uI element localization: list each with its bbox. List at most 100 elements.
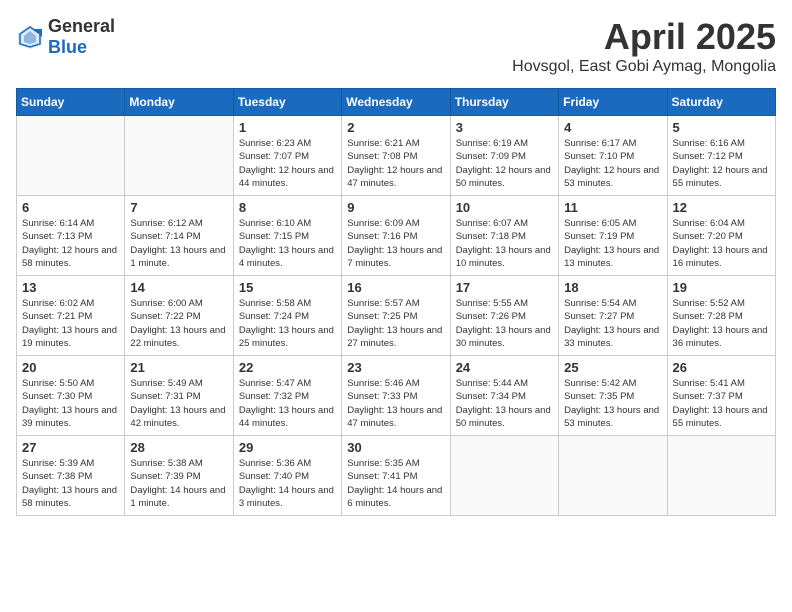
day-info: Sunrise: 6:05 AMSunset: 7:19 PMDaylight:… bbox=[564, 217, 661, 270]
location-title: Hovsgol, East Gobi Aymag, Mongolia bbox=[512, 58, 776, 76]
logo-icon bbox=[16, 23, 44, 51]
day-info: Sunrise: 6:07 AMSunset: 7:18 PMDaylight:… bbox=[456, 217, 553, 270]
day-number: 30 bbox=[347, 440, 444, 455]
day-info: Sunrise: 6:16 AMSunset: 7:12 PMDaylight:… bbox=[673, 137, 770, 190]
day-info: Sunrise: 6:21 AMSunset: 7:08 PMDaylight:… bbox=[347, 137, 444, 190]
day-of-week-header: Wednesday bbox=[342, 89, 450, 116]
day-number: 25 bbox=[564, 360, 661, 375]
day-number: 19 bbox=[673, 280, 770, 295]
day-info: Sunrise: 6:12 AMSunset: 7:14 PMDaylight:… bbox=[130, 217, 227, 270]
day-info: Sunrise: 5:50 AMSunset: 7:30 PMDaylight:… bbox=[22, 377, 119, 430]
calendar-cell: 22 Sunrise: 5:47 AMSunset: 7:32 PMDayligh… bbox=[233, 356, 341, 436]
header-row: SundayMondayTuesdayWednesdayThursdayFrid… bbox=[17, 89, 776, 116]
day-number: 9 bbox=[347, 200, 444, 215]
day-info: Sunrise: 6:04 AMSunset: 7:20 PMDaylight:… bbox=[673, 217, 770, 270]
day-number: 3 bbox=[456, 120, 553, 135]
calendar-cell: 28 Sunrise: 5:38 AMSunset: 7:39 PMDayligh… bbox=[125, 436, 233, 516]
calendar-cell: 10 Sunrise: 6:07 AMSunset: 7:18 PMDayligh… bbox=[450, 196, 558, 276]
day-info: Sunrise: 5:47 AMSunset: 7:32 PMDaylight:… bbox=[239, 377, 336, 430]
title-area: April 2025 Hovsgol, East Gobi Aymag, Mon… bbox=[512, 16, 776, 76]
calendar-cell: 3 Sunrise: 6:19 AMSunset: 7:09 PMDaylight… bbox=[450, 116, 558, 196]
calendar-cell: 24 Sunrise: 5:44 AMSunset: 7:34 PMDayligh… bbox=[450, 356, 558, 436]
calendar-cell bbox=[559, 436, 667, 516]
day-of-week-header: Monday bbox=[125, 89, 233, 116]
calendar-cell: 23Sunrise: 5:46 AMSunset: 7:33 PMDayligh… bbox=[342, 356, 450, 436]
calendar-table: SundayMondayTuesdayWednesdayThursdayFrid… bbox=[16, 88, 776, 516]
day-number: 23 bbox=[347, 360, 444, 375]
calendar-cell: 6Sunrise: 6:14 AMSunset: 7:13 PMDaylight… bbox=[17, 196, 125, 276]
calendar-cell: 9 Sunrise: 6:09 AMSunset: 7:16 PMDaylight… bbox=[342, 196, 450, 276]
calendar-cell: 2 Sunrise: 6:21 AMSunset: 7:08 PMDaylight… bbox=[342, 116, 450, 196]
day-number: 18 bbox=[564, 280, 661, 295]
page-header: General Blue April 2025 Hovsgol, East Go… bbox=[16, 16, 776, 76]
calendar-cell: 25 Sunrise: 5:42 AMSunset: 7:35 PMDayligh… bbox=[559, 356, 667, 436]
day-number: 27 bbox=[22, 440, 119, 455]
logo: General Blue bbox=[16, 16, 115, 58]
day-info: Sunrise: 6:23 AMSunset: 7:07 PMDaylight:… bbox=[239, 137, 336, 190]
calendar-cell: 16 Sunrise: 5:57 AMSunset: 7:25 PMDayligh… bbox=[342, 276, 450, 356]
day-info: Sunrise: 5:54 AMSunset: 7:27 PMDaylight:… bbox=[564, 297, 661, 350]
day-info: Sunrise: 5:57 AMSunset: 7:25 PMDaylight:… bbox=[347, 297, 444, 350]
day-number: 17 bbox=[456, 280, 553, 295]
day-number: 28 bbox=[130, 440, 227, 455]
day-info: Sunrise: 6:00 AMSunset: 7:22 PMDaylight:… bbox=[130, 297, 227, 350]
calendar-cell bbox=[17, 116, 125, 196]
calendar-cell: 11 Sunrise: 6:05 AMSunset: 7:19 PMDayligh… bbox=[559, 196, 667, 276]
calendar-cell: 20Sunrise: 5:50 AMSunset: 7:30 PMDayligh… bbox=[17, 356, 125, 436]
day-of-week-header: Sunday bbox=[17, 89, 125, 116]
calendar-cell: 4Sunrise: 6:17 AMSunset: 7:10 PMDaylight… bbox=[559, 116, 667, 196]
calendar-cell: 18 Sunrise: 5:54 AMSunset: 7:27 PMDayligh… bbox=[559, 276, 667, 356]
day-of-week-header: Saturday bbox=[667, 89, 775, 116]
day-number: 13 bbox=[22, 280, 119, 295]
day-number: 6 bbox=[22, 200, 119, 215]
day-number: 16 bbox=[347, 280, 444, 295]
day-info: Sunrise: 5:41 AMSunset: 7:37 PMDaylight:… bbox=[673, 377, 770, 430]
day-number: 8 bbox=[239, 200, 336, 215]
day-number: 1 bbox=[239, 120, 336, 135]
day-of-week-header: Friday bbox=[559, 89, 667, 116]
calendar-cell bbox=[450, 436, 558, 516]
calendar-cell: 13Sunrise: 6:02 AMSunset: 7:21 PMDayligh… bbox=[17, 276, 125, 356]
day-number: 29 bbox=[239, 440, 336, 455]
day-info: Sunrise: 5:42 AMSunset: 7:35 PMDaylight:… bbox=[564, 377, 661, 430]
calendar-cell: 21Sunrise: 5:49 AMSunset: 7:31 PMDayligh… bbox=[125, 356, 233, 436]
calendar-week-row: 13Sunrise: 6:02 AMSunset: 7:21 PMDayligh… bbox=[17, 276, 776, 356]
day-number: 7 bbox=[130, 200, 227, 215]
calendar-cell: 17 Sunrise: 5:55 AMSunset: 7:26 PMDayligh… bbox=[450, 276, 558, 356]
month-title: April 2025 bbox=[512, 16, 776, 58]
calendar-cell: 29 Sunrise: 5:36 AMSunset: 7:40 PMDayligh… bbox=[233, 436, 341, 516]
day-number: 22 bbox=[239, 360, 336, 375]
day-info: Sunrise: 6:09 AMSunset: 7:16 PMDaylight:… bbox=[347, 217, 444, 270]
day-number: 2 bbox=[347, 120, 444, 135]
day-number: 12 bbox=[673, 200, 770, 215]
calendar-cell: 19 Sunrise: 5:52 AMSunset: 7:28 PMDayligh… bbox=[667, 276, 775, 356]
day-info: Sunrise: 6:19 AMSunset: 7:09 PMDaylight:… bbox=[456, 137, 553, 190]
day-number: 10 bbox=[456, 200, 553, 215]
day-info: Sunrise: 5:38 AMSunset: 7:39 PMDaylight:… bbox=[130, 457, 227, 510]
calendar-cell: 5Sunrise: 6:16 AMSunset: 7:12 PMDaylight… bbox=[667, 116, 775, 196]
calendar-cell: 27 Sunrise: 5:39 AMSunset: 7:38 PMDayligh… bbox=[17, 436, 125, 516]
day-info: Sunrise: 5:49 AMSunset: 7:31 PMDaylight:… bbox=[130, 377, 227, 430]
calendar-cell bbox=[667, 436, 775, 516]
day-info: Sunrise: 5:58 AMSunset: 7:24 PMDaylight:… bbox=[239, 297, 336, 350]
day-info: Sunrise: 6:10 AMSunset: 7:15 PMDaylight:… bbox=[239, 217, 336, 270]
day-info: Sunrise: 5:36 AMSunset: 7:40 PMDaylight:… bbox=[239, 457, 336, 510]
day-number: 15 bbox=[239, 280, 336, 295]
calendar-cell: 7 Sunrise: 6:12 AMSunset: 7:14 PMDaylight… bbox=[125, 196, 233, 276]
logo-text: General Blue bbox=[48, 16, 115, 58]
day-number: 24 bbox=[456, 360, 553, 375]
calendar-week-row: 1 Sunrise: 6:23 AMSunset: 7:07 PMDaylight… bbox=[17, 116, 776, 196]
day-number: 11 bbox=[564, 200, 661, 215]
day-info: Sunrise: 5:44 AMSunset: 7:34 PMDaylight:… bbox=[456, 377, 553, 430]
calendar-week-row: 27 Sunrise: 5:39 AMSunset: 7:38 PMDayligh… bbox=[17, 436, 776, 516]
day-info: Sunrise: 5:39 AMSunset: 7:38 PMDaylight:… bbox=[22, 457, 119, 510]
calendar-cell: 26Sunrise: 5:41 AMSunset: 7:37 PMDayligh… bbox=[667, 356, 775, 436]
day-of-week-header: Tuesday bbox=[233, 89, 341, 116]
day-of-week-header: Thursday bbox=[450, 89, 558, 116]
calendar-cell: 30Sunrise: 5:35 AMSunset: 7:41 PMDayligh… bbox=[342, 436, 450, 516]
calendar-week-row: 6Sunrise: 6:14 AMSunset: 7:13 PMDaylight… bbox=[17, 196, 776, 276]
day-info: Sunrise: 5:52 AMSunset: 7:28 PMDaylight:… bbox=[673, 297, 770, 350]
day-number: 4 bbox=[564, 120, 661, 135]
day-info: Sunrise: 5:55 AMSunset: 7:26 PMDaylight:… bbox=[456, 297, 553, 350]
calendar-header: SundayMondayTuesdayWednesdayThursdayFrid… bbox=[17, 89, 776, 116]
